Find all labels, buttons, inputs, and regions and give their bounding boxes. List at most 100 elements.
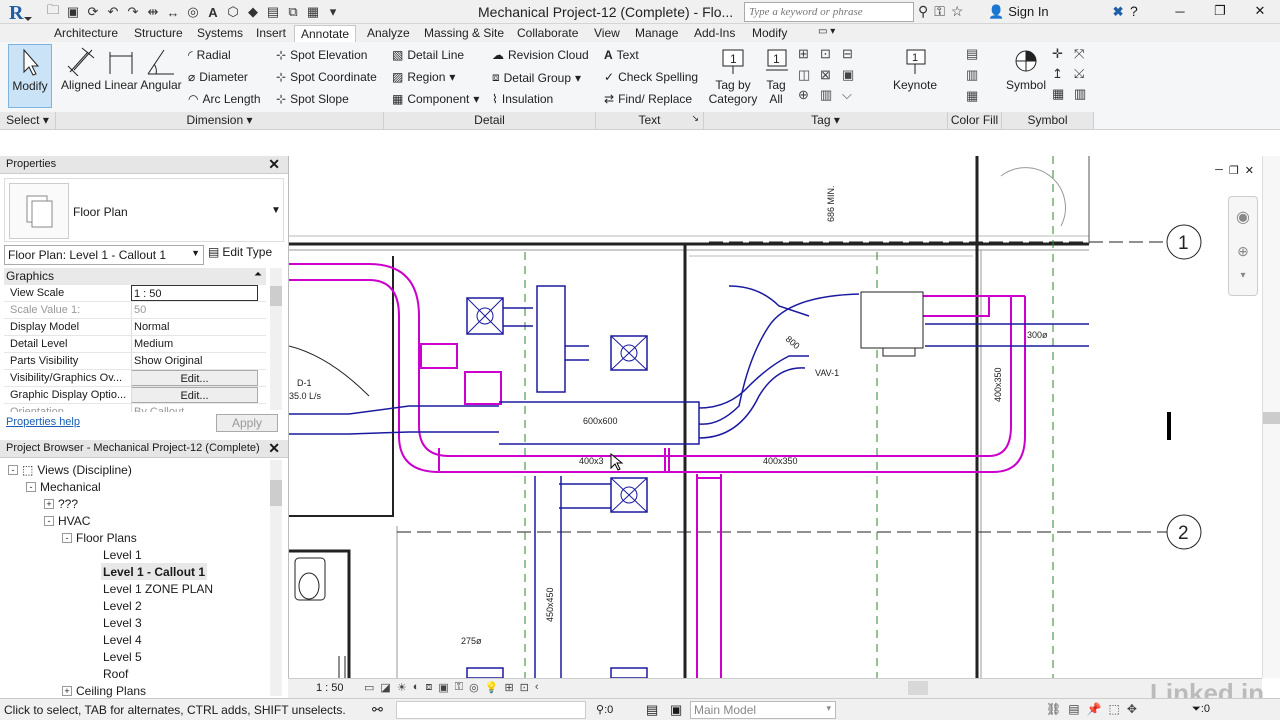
symbol-button[interactable]: Symbol [1004, 44, 1048, 92]
subscription-icon[interactable]: ⚿ [934, 3, 945, 20]
lock-3d-icon[interactable]: ⚿ [455, 681, 463, 694]
edit-type-button[interactable]: ▤ Edit Type [208, 245, 272, 259]
ribbon-toggle-icon[interactable]: ▭ ▾ [818, 25, 835, 42]
reveal-hidden-icon[interactable]: 💡 [485, 681, 499, 694]
measure-icon[interactable]: ⇹ [144, 3, 162, 21]
radial-button[interactable]: ◜ Radial [188, 48, 231, 62]
tree-node-roof[interactable]: Roof [103, 665, 128, 682]
tab-analyze[interactable]: Analyze [367, 25, 410, 42]
chevron-down-icon[interactable]: ▾ [1229, 270, 1257, 281]
text-button[interactable]: A Text [604, 48, 639, 62]
binoculars-icon[interactable]: ⚲ [918, 3, 928, 20]
text-icon[interactable]: A [204, 3, 222, 21]
tree-node-unknown[interactable]: +??? [44, 495, 78, 512]
restore-icon[interactable]: ❐ [1200, 0, 1240, 22]
undo-icon[interactable]: ↶ [104, 3, 122, 21]
design-options-icon[interactable]: ▤ [646, 702, 658, 718]
modify-button[interactable]: Modify [8, 44, 52, 108]
zoom-icon[interactable]: ⊕ [1229, 243, 1257, 260]
keynote-button[interactable]: 1 Keynote [890, 44, 940, 92]
spot-elevation-button[interactable]: ⊹ Spot Elevation [276, 48, 367, 62]
arc-length-button[interactable]: ◠ Arc Length [188, 92, 261, 106]
filter-count[interactable]: ⏷:0 [1192, 703, 1210, 716]
main-model-icon[interactable]: ▣ [670, 702, 682, 718]
temp-hide-icon[interactable]: ◎ [469, 681, 479, 694]
tab-manage[interactable]: Manage [635, 25, 678, 42]
favorites-icon[interactable]: ☆ [951, 3, 964, 20]
customize-icon[interactable]: ▾ [324, 3, 342, 21]
region-button[interactable]: ▨ Region ▾ [392, 70, 455, 84]
check-spelling-button[interactable]: ✓ Check Spelling [604, 70, 698, 84]
properties-scrollbar[interactable] [270, 268, 282, 410]
close-icon[interactable]: ✕ [268, 440, 280, 457]
steering-wheel-icon[interactable]: ◉ [1229, 207, 1257, 227]
switch-windows-icon[interactable]: ▦ [304, 3, 322, 21]
apply-button[interactable]: Apply [216, 414, 278, 432]
area-tag-icon[interactable]: ◫ [798, 67, 818, 86]
horizontal-scroll-thumb[interactable] [908, 681, 928, 695]
span-direction-icon[interactable]: ✛ [1052, 46, 1070, 62]
editing-requests[interactable]: ⚲:0 [596, 703, 613, 716]
tree-node-level-4[interactable]: Level 4 [103, 631, 142, 648]
area-reinforcement-icon[interactable]: ⤧ [1074, 46, 1092, 62]
beam-annotation-icon[interactable]: ⊞ [798, 46, 818, 65]
save-icon[interactable]: ▣ [64, 3, 82, 21]
dialog-launcher-icon[interactable]: ↘ [691, 113, 699, 124]
highlight-displacement-icon[interactable]: ⊡ [520, 681, 529, 694]
fabric-icon[interactable]: ⤩ [1074, 66, 1092, 82]
aligned-dimension-button[interactable]: Aligned [60, 44, 102, 92]
thin-lines-icon[interactable]: ▤ [264, 3, 282, 21]
spot-coordinate-button[interactable]: ⊹ Spot Coordinate [276, 70, 377, 84]
tread-number-icon[interactable]: ▥ [820, 87, 840, 106]
gdo-edit-button[interactable]: Edit... [131, 387, 258, 403]
tab-view[interactable]: View [594, 25, 620, 42]
worksets-icon[interactable]: ⚯ [372, 702, 383, 718]
section-icon[interactable]: ◆ [244, 3, 262, 21]
tree-node-floor-plans[interactable]: - Floor Plans [62, 529, 137, 546]
tree-node-level-1[interactable]: Level 1 [103, 546, 142, 563]
graphics-group-header[interactable]: Graphics ⏶ [4, 268, 266, 285]
tag-all-button[interactable]: 1 Tag All [760, 44, 792, 106]
close-hidden-icon[interactable]: ⧉ [284, 3, 302, 21]
panel-tag[interactable]: Tag ▾ [704, 112, 948, 129]
tab-modify[interactable]: Modify [752, 25, 787, 42]
tree-node-level-1-callout-1[interactable]: Level 1 - Callout 1 [101, 563, 208, 580]
component-button[interactable]: ▦ Component ▾ [392, 92, 479, 106]
tab-add-ins[interactable]: Add-Ins [694, 25, 735, 42]
vg-edit-button[interactable]: Edit... [131, 370, 258, 386]
close-window-icon[interactable]: ✕ [1240, 0, 1280, 22]
select-links-icon[interactable]: ⛓ [1046, 702, 1061, 716]
view-vertical-scrollbar[interactable] [1262, 156, 1280, 678]
project-browser-scrollbar[interactable] [270, 460, 282, 696]
view-scale-field[interactable]: 1 : 50 [131, 285, 258, 301]
rebar-icon[interactable]: ▥ [1074, 86, 1092, 102]
tree-node-level-1-zone-plan[interactable]: Level 1 ZONE PLAN [103, 580, 213, 597]
stair-path-icon[interactable]: ▦ [1052, 86, 1070, 102]
tree-node-level-5[interactable]: Level 5 [103, 648, 142, 665]
visual-style-icon[interactable]: ◪ [380, 681, 390, 694]
detail-line-button[interactable]: ▧ Detail Line [392, 48, 464, 62]
tab-architecture[interactable]: Architecture [54, 25, 118, 42]
tag-icon[interactable]: ◎ [184, 3, 202, 21]
properties-help-link[interactable]: Properties help [6, 416, 80, 428]
angular-dimension-button[interactable]: Angular [140, 44, 182, 92]
insulation-button[interactable]: ⌇ Insulation [492, 92, 553, 106]
linear-dimension-button[interactable]: Linear [103, 44, 139, 92]
find-replace-button[interactable]: ⇄ Find/ Replace [604, 92, 692, 106]
tag-by-category-button[interactable]: 1 Tag by Category [708, 44, 758, 106]
tree-node-hvac[interactable]: - HVAC [44, 512, 90, 529]
navigation-bar[interactable]: ◉ ⊕ ▾ [1228, 196, 1258, 296]
sync-icon[interactable]: ⟳ [84, 3, 102, 21]
tree-node-mechanical[interactable]: - Mechanical [26, 478, 101, 495]
tree-node-ceiling-plans[interactable]: + Ceiling Plans [62, 682, 146, 698]
tag-dropdown-icon[interactable]: ⌵ [842, 87, 862, 106]
duct-legend-icon[interactable]: ▥ [966, 67, 978, 83]
panel-select[interactable]: Select ▾ [0, 112, 56, 129]
help-icon[interactable]: ? [1130, 3, 1138, 19]
tab-annotate[interactable]: Annotate [294, 25, 357, 42]
search-input[interactable]: Type a keyword or phrase [744, 2, 914, 22]
pipe-legend-icon[interactable]: ▦ [966, 88, 978, 104]
detail-group-button[interactable]: ⧈ Detail Group ▾ [492, 70, 581, 85]
close-view-icon[interactable]: ✕ [1245, 164, 1254, 177]
select-pinned-icon[interactable]: 📌 [1087, 702, 1102, 716]
